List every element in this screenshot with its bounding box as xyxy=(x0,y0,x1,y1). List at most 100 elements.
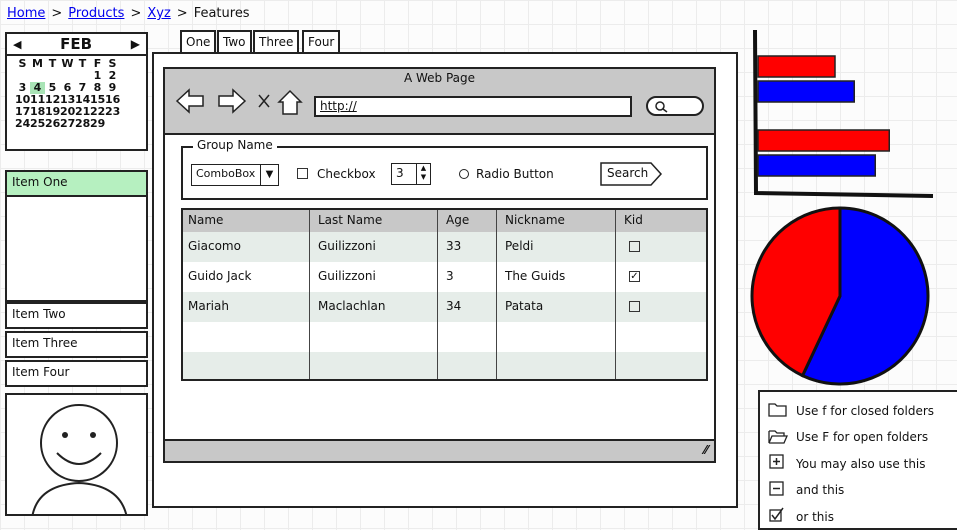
radio-label: Radio Button xyxy=(476,167,554,181)
header-age[interactable]: Age xyxy=(446,213,469,227)
bar-2-1 xyxy=(757,129,890,152)
breadcrumb-home[interactable]: Home xyxy=(7,6,45,21)
breadcrumb-current: Features xyxy=(193,6,250,21)
folder-open-icon xyxy=(768,428,788,447)
calendar-day[interactable]: 29 xyxy=(90,118,105,130)
tree-item-label: or this xyxy=(796,509,834,524)
breadcrumb-products[interactable]: Products xyxy=(68,6,124,21)
table-cell: Giacomo xyxy=(188,239,241,253)
table-row[interactable]: Giacomo Guilizzoni 33 Peldi xyxy=(183,232,706,262)
browser-window: A Web Page http:// Group Name ComboBox ▼… xyxy=(163,67,716,463)
table-cell: Guilizzoni xyxy=(318,269,376,283)
table-row[interactable] xyxy=(183,322,706,352)
chevron-down-icon: ▼ xyxy=(260,165,278,185)
url-input[interactable]: http:// xyxy=(314,96,632,117)
list-item-two[interactable]: Item Two xyxy=(5,302,148,329)
table-cell: The Guids xyxy=(505,269,566,283)
tree-list: Use f for closed folders Use F for open f… xyxy=(758,390,957,530)
table-row[interactable]: Mariah Maclachlan 34 Patata xyxy=(183,292,706,322)
combobox-value: ComboBox xyxy=(196,167,256,180)
search-button[interactable]: Search xyxy=(607,166,648,180)
resize-grip-icon[interactable]: ⁄⁄ xyxy=(704,443,708,457)
header-name[interactable]: Name xyxy=(188,213,223,227)
table-header: Name Last Name Age Nickname Kid xyxy=(183,210,706,232)
bar-2-2 xyxy=(757,154,876,177)
bar-1-2 xyxy=(757,80,855,103)
combobox[interactable]: ComboBox ▼ xyxy=(191,164,279,186)
tree-item[interactable]: You may also use this xyxy=(768,454,926,473)
weekday-label: T xyxy=(48,57,57,70)
table-cell: Peldi xyxy=(505,239,534,253)
prev-month-icon[interactable]: ◀ xyxy=(13,38,21,51)
next-month-icon[interactable]: ▶ xyxy=(131,37,140,51)
breadcrumb: Home > Products > Xyz > Features xyxy=(7,6,250,21)
pie-chart xyxy=(750,206,930,386)
tree-item[interactable]: and this xyxy=(768,480,844,500)
browser-search-field[interactable] xyxy=(646,96,704,116)
weekday-label: W xyxy=(61,57,74,70)
back-arrow-icon[interactable] xyxy=(175,88,204,114)
calendar-day[interactable]: 27 xyxy=(60,118,75,130)
tab-one[interactable]: One xyxy=(180,30,217,53)
calendar-day[interactable]: 28 xyxy=(75,118,90,130)
search-icon xyxy=(655,101,668,113)
table-cell: Mariah xyxy=(188,299,229,313)
tab-two[interactable]: Two xyxy=(217,30,252,53)
checkbox-label: Checkbox xyxy=(317,167,376,181)
table-cell: 3 xyxy=(446,269,454,283)
checkbox-checked-icon xyxy=(768,507,788,526)
table-cell: Guido Jack xyxy=(188,269,252,283)
tree-item[interactable]: Use F for open folders xyxy=(768,428,928,447)
breadcrumb-separator: > xyxy=(176,6,188,21)
calendar-grid: S M T W T F S 1 2 3 4 5 6 7 8 9 10 11 12 13 14 15 16 17 18 19 20 21… xyxy=(15,58,120,130)
tab-three[interactable]: Three xyxy=(253,30,300,53)
tab-four[interactable]: Four xyxy=(302,30,341,53)
bar-1-1 xyxy=(757,55,836,78)
header-last-name[interactable]: Last Name xyxy=(318,213,382,227)
checkbox-checked[interactable]: ✓ xyxy=(629,271,640,282)
list-item-four[interactable]: Item Four xyxy=(5,360,148,387)
calendar-day[interactable]: 24 xyxy=(15,118,30,130)
numeric-stepper[interactable]: 3 ▲ ▼ xyxy=(391,163,431,185)
calendar-day[interactable]: 25 xyxy=(30,118,45,130)
weekday-label: M xyxy=(32,57,43,70)
calendar-day[interactable]: 23 xyxy=(105,106,120,118)
calendar-day[interactable]: 26 xyxy=(45,118,60,130)
table-cell: 33 xyxy=(446,239,462,253)
table-cell: Maclachlan xyxy=(318,299,386,313)
table-row[interactable] xyxy=(183,352,706,379)
radio-button[interactable] xyxy=(459,169,469,179)
table-cell: 34 xyxy=(446,299,462,313)
checkbox-unchecked[interactable] xyxy=(629,301,640,312)
calendar-month: FEB xyxy=(60,35,93,53)
header-kid[interactable]: Kid xyxy=(624,213,643,227)
checkbox-unchecked[interactable] xyxy=(629,241,640,252)
checkbox[interactable] xyxy=(297,168,308,179)
plus-box-icon xyxy=(768,454,788,473)
breadcrumb-separator: > xyxy=(130,6,142,21)
folder-closed-icon xyxy=(768,401,788,420)
tree-item[interactable]: or this xyxy=(768,507,834,526)
stepper-arrows-icon[interactable]: ▲ ▼ xyxy=(416,164,430,184)
avatar-face-icon xyxy=(31,404,128,514)
breadcrumb-separator: > xyxy=(51,6,63,21)
table-cell: Patata xyxy=(505,299,544,313)
group-label: Group Name xyxy=(193,138,277,152)
nav-icons xyxy=(175,88,303,115)
browser-title: A Web Page xyxy=(403,71,476,85)
header-nickname[interactable]: Nickname xyxy=(505,213,565,227)
stop-icon[interactable] xyxy=(258,94,270,108)
forward-arrow-icon[interactable] xyxy=(218,88,247,114)
calendar-header: ◀ FEB ▶ xyxy=(7,34,146,56)
tree-item[interactable]: Use f for closed folders xyxy=(768,401,934,420)
table-row[interactable]: Guido Jack Guilizzoni 3 The Guids ✓ xyxy=(183,262,706,292)
home-icon[interactable] xyxy=(277,89,303,115)
data-table: Name Last Name Age Nickname Kid Giacomo G… xyxy=(181,208,708,381)
tree-item-label: You may also use this xyxy=(796,456,926,471)
tree-item-label: Use F for open folders xyxy=(796,430,929,444)
table-cell: Guilizzoni xyxy=(318,239,376,253)
list-item-three[interactable]: Item Three xyxy=(5,331,148,358)
breadcrumb-xyz[interactable]: Xyz xyxy=(147,6,170,21)
list-item-one[interactable]: Item One xyxy=(5,170,148,197)
bar-chart xyxy=(753,29,934,198)
